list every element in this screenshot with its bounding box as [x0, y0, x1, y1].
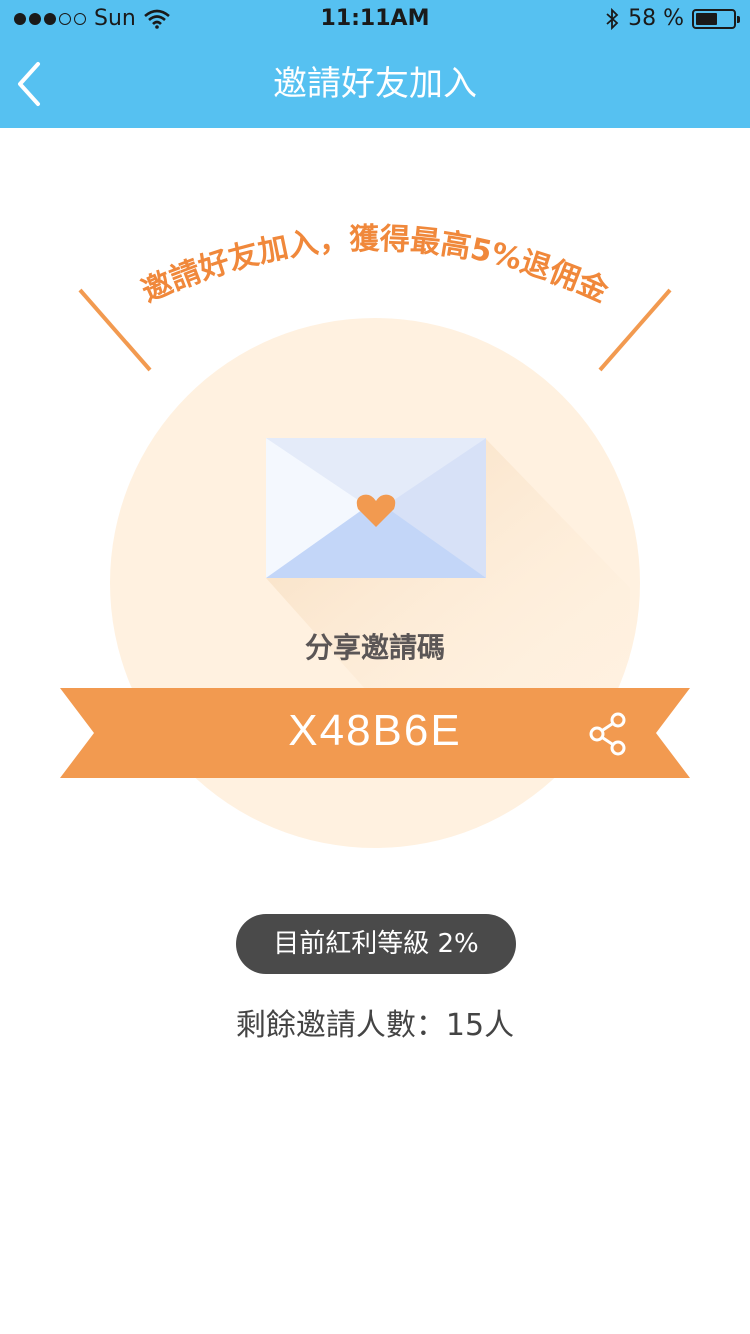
invite-code[interactable]: X48B6E — [0, 706, 750, 756]
battery-fill — [696, 12, 717, 25]
battery-icon — [692, 8, 740, 29]
share-button[interactable] — [584, 710, 632, 758]
bonus-level-badge: 目前紅利等級 2% — [236, 914, 516, 974]
status-right: 58 % — [604, 6, 740, 31]
share-code-title: 分享邀請碼 — [304, 631, 445, 664]
bluetooth-icon — [606, 7, 619, 30]
envelope-heart-icon — [266, 438, 630, 728]
svg-text:邀請好友加入，獲得最高5%退佣金: 邀請好友加入，獲得最高5%退佣金 — [137, 222, 615, 310]
remaining-invites: 剩餘邀請人數：15人 — [235, 1008, 515, 1043]
headline-text: 邀請好友加入，獲得最高5%退佣金 — [137, 222, 615, 310]
headline-arc: 邀請好友加入，獲得最高5%退佣金 — [78, 222, 672, 372]
share-icon — [589, 712, 626, 756]
invite-hero: 邀請好友加入，獲得最高5%退佣金 分享邀請碼 X48B6E — [0, 128, 750, 888]
nav-bar: 邀請好友加入 — [0, 40, 750, 128]
status-bar: Sun 11:11AM 58 % — [0, 0, 750, 40]
page-title: 邀請好友加入 — [273, 64, 477, 104]
battery-text: 58 % — [628, 6, 684, 31]
